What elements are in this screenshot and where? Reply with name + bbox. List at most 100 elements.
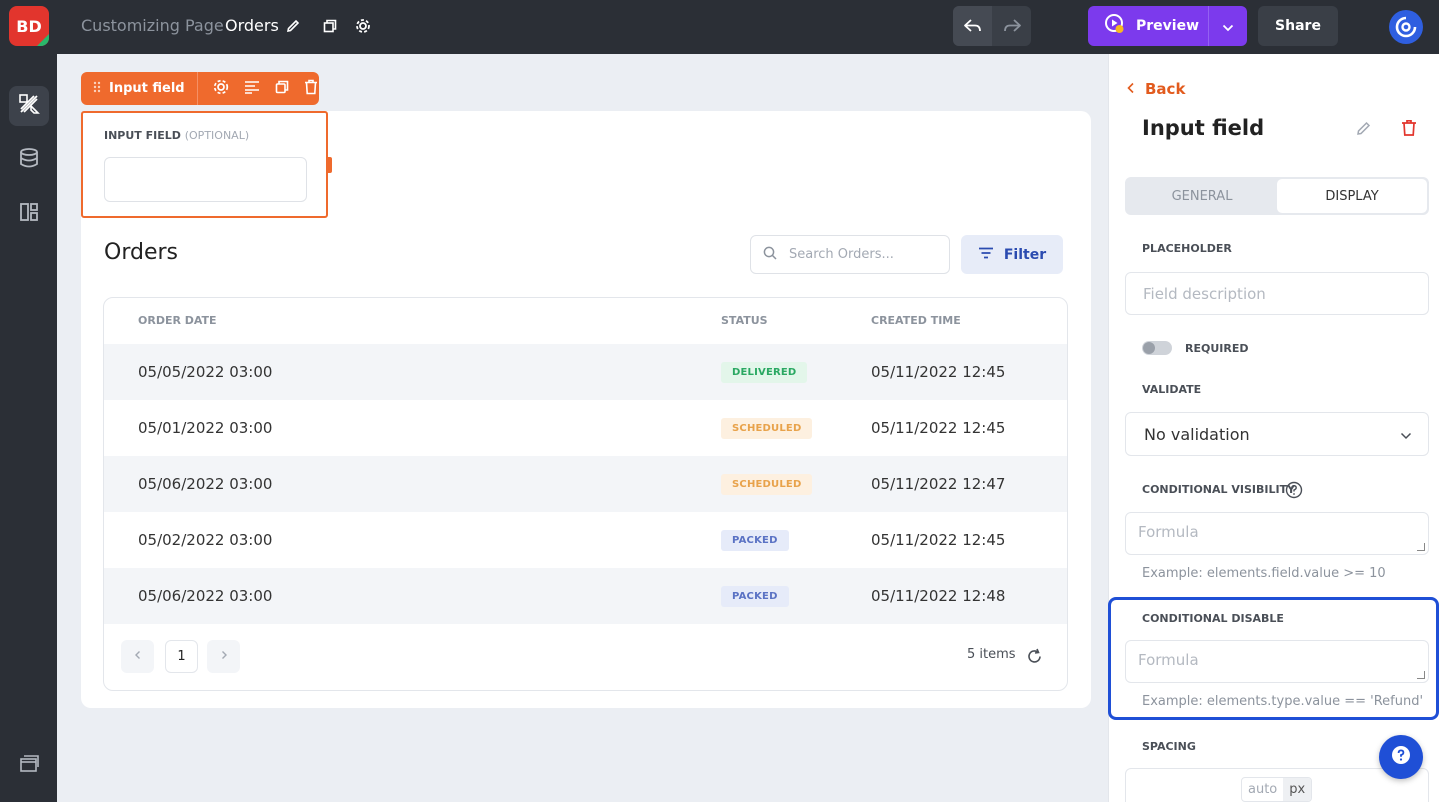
toggle-knob xyxy=(1143,342,1155,354)
database-icon xyxy=(18,147,40,173)
share-button[interactable]: Share xyxy=(1258,6,1338,46)
gear-icon[interactable] xyxy=(351,14,375,38)
chevron-down-icon xyxy=(1222,17,1234,36)
app-logo[interactable]: BD xyxy=(9,6,49,46)
status-badge: SCHEDULED xyxy=(721,417,813,439)
preview-dropdown-button[interactable] xyxy=(1208,6,1247,46)
placeholder-input[interactable]: Field description xyxy=(1125,272,1429,315)
created-time-cell: 05/11/2022 12:45 xyxy=(871,419,1006,437)
conditional-visibility-label: CONDITIONAL VISIBILITY xyxy=(1142,483,1296,496)
duplicate-element-icon[interactable] xyxy=(274,79,290,99)
back-label: Back xyxy=(1145,80,1186,98)
table-row[interactable]: 05/05/2022 03:00 DELIVERED 05/11/2022 12… xyxy=(104,344,1067,400)
pages-tool-button[interactable] xyxy=(9,746,49,786)
unit-px[interactable]: px xyxy=(1283,778,1312,801)
column-header-order-date[interactable]: ORDER DATE xyxy=(138,314,217,327)
logo-corner xyxy=(37,34,49,46)
spacing-label: SPACING xyxy=(1142,740,1196,753)
drag-handle-icon[interactable] xyxy=(93,81,101,97)
validate-label: VALIDATE xyxy=(1142,383,1202,396)
trash-icon[interactable] xyxy=(304,79,318,99)
created-time-cell: 05/11/2022 12:47 xyxy=(871,475,1006,493)
page-title[interactable]: Orders xyxy=(225,16,279,35)
order-date-cell: 05/06/2022 03:00 xyxy=(138,587,273,605)
order-date-cell: 05/01/2022 03:00 xyxy=(138,419,273,437)
filter-label: Filter xyxy=(1003,246,1047,263)
status-badge: PACKED xyxy=(721,585,789,607)
data-tool-button[interactable] xyxy=(9,140,49,180)
orders-table: ORDER DATE STATUS CREATED TIME 05/05/202… xyxy=(103,297,1068,691)
breadcrumb-parent[interactable]: Customizing Page xyxy=(81,16,224,35)
page-number-button[interactable]: 1 xyxy=(165,640,198,673)
created-time-cell: 05/11/2022 12:48 xyxy=(871,587,1006,605)
input-field-label-text: INPUT FIELD xyxy=(104,129,181,142)
placeholder-label: PLACEHOLDER xyxy=(1142,242,1232,255)
align-icon[interactable] xyxy=(244,79,260,98)
help-button[interactable] xyxy=(1379,735,1423,779)
undo-button[interactable] xyxy=(953,6,992,46)
validate-value: No validation xyxy=(1144,424,1250,444)
status-badge: PACKED xyxy=(721,529,789,551)
column-header-created-time[interactable]: CREATED TIME xyxy=(871,314,961,327)
unit-auto[interactable]: auto xyxy=(1242,778,1283,801)
duplicate-icon[interactable] xyxy=(318,14,342,38)
search-input[interactable] xyxy=(789,247,939,262)
help-circle-icon[interactable] xyxy=(1285,481,1303,503)
prev-page-button[interactable] xyxy=(121,640,154,673)
next-page-button[interactable] xyxy=(207,640,240,673)
selected-input-field[interactable]: INPUT FIELD (OPTIONAL) xyxy=(81,111,332,218)
selected-element-name: Input field xyxy=(109,81,185,96)
required-label: REQUIRED xyxy=(1185,342,1249,355)
refresh-icon[interactable] xyxy=(1026,648,1043,669)
status-badge: SCHEDULED xyxy=(721,473,813,495)
search-orders[interactable] xyxy=(750,235,950,274)
input-field-label: INPUT FIELD (OPTIONAL) xyxy=(104,129,249,142)
focus-highlight xyxy=(1108,597,1439,720)
layout-tool-button[interactable] xyxy=(9,194,49,234)
preview-button[interactable]: Preview xyxy=(1088,6,1208,46)
conditional-visibility-formula[interactable]: Formula xyxy=(1125,512,1429,555)
tab-general[interactable]: GENERAL xyxy=(1127,179,1277,213)
table-row[interactable]: 05/06/2022 03:00 SCHEDULED 05/11/2022 12… xyxy=(104,456,1067,512)
status-badge: DELIVERED xyxy=(721,361,808,383)
account-avatar[interactable] xyxy=(1389,10,1423,44)
search-icon xyxy=(763,245,777,264)
resize-handle[interactable] xyxy=(326,157,332,173)
table-row[interactable]: 05/02/2022 03:00 PACKED 05/11/2022 12:45 xyxy=(104,512,1067,568)
conditional-visibility-hint: Example: elements.field.value >= 10 xyxy=(1142,566,1386,581)
logo-text: BD xyxy=(16,16,42,36)
filter-icon xyxy=(978,247,994,263)
order-date-cell: 05/02/2022 03:00 xyxy=(138,531,273,549)
question-icon xyxy=(1391,745,1411,769)
table-row[interactable]: 05/06/2022 03:00 PACKED 05/11/2022 12:48 xyxy=(104,568,1067,624)
validate-select[interactable]: No validation xyxy=(1125,412,1429,456)
created-time-cell: 05/11/2022 12:45 xyxy=(871,531,1006,549)
required-toggle[interactable] xyxy=(1142,341,1172,355)
windows-icon xyxy=(19,754,39,778)
design-tool-button[interactable] xyxy=(9,86,49,126)
pencil-icon[interactable] xyxy=(281,14,305,38)
selected-element-label[interactable]: Input field xyxy=(81,72,198,105)
tab-display[interactable]: DISPLAY xyxy=(1277,179,1427,213)
redo-button[interactable] xyxy=(992,6,1031,46)
preview-label: Preview xyxy=(1136,18,1200,34)
orders-title: Orders xyxy=(104,240,178,265)
created-time-cell: 05/11/2022 12:45 xyxy=(871,363,1006,381)
chevron-down-icon xyxy=(1400,425,1412,444)
delete-element-icon[interactable] xyxy=(1401,119,1417,141)
column-header-status[interactable]: STATUS xyxy=(721,314,768,327)
items-count: 5 items xyxy=(967,647,1016,662)
layout-icon xyxy=(19,202,39,226)
table-row[interactable]: 05/01/2022 03:00 SCHEDULED 05/11/2022 12… xyxy=(104,400,1067,456)
back-link[interactable]: Back xyxy=(1127,80,1185,98)
panel-title: Input field xyxy=(1142,116,1265,140)
input-field-optional: (OPTIONAL) xyxy=(184,129,250,142)
resize-grip-icon[interactable] xyxy=(1417,543,1425,551)
element-settings-icon[interactable] xyxy=(212,78,230,100)
input-field-box[interactable] xyxy=(104,157,307,202)
filter-button[interactable]: Filter xyxy=(961,235,1063,274)
undo-redo-group xyxy=(953,6,1031,46)
formula-placeholder: Formula xyxy=(1138,523,1199,541)
edit-name-icon[interactable] xyxy=(1355,120,1372,141)
chevron-left-icon xyxy=(134,649,142,664)
